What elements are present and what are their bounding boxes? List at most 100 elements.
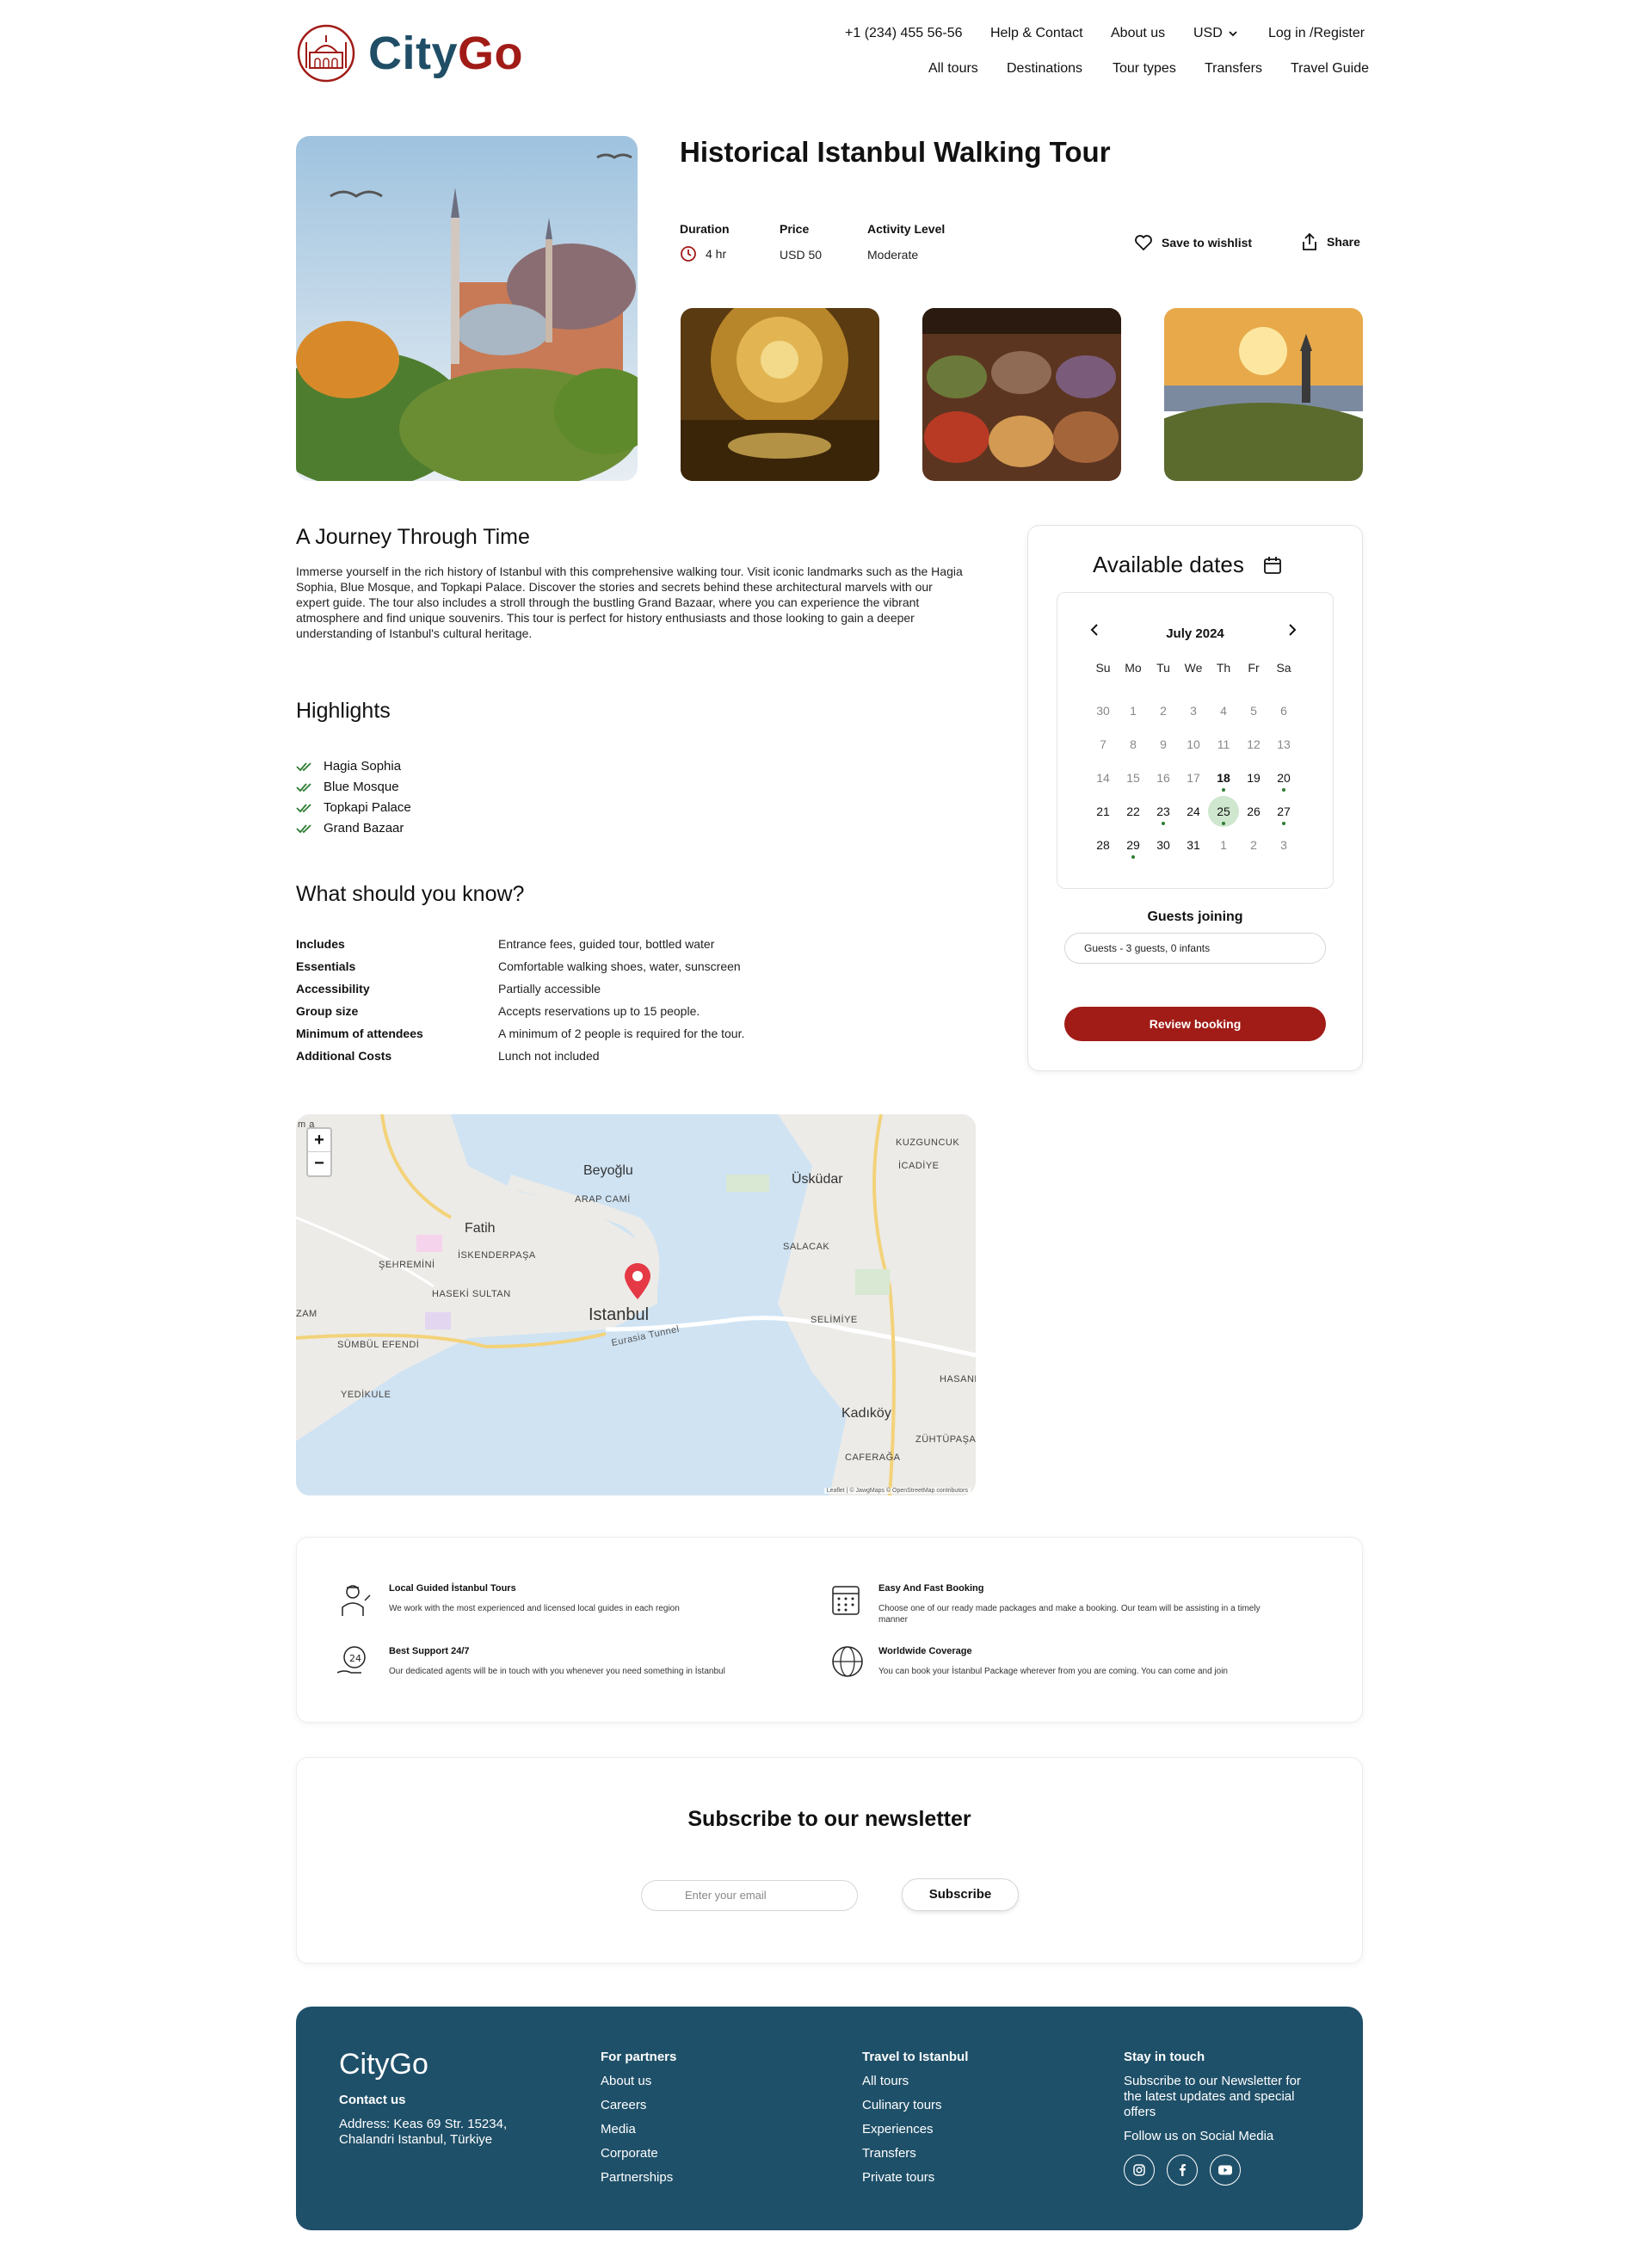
calendar-day[interactable]: 6	[1268, 695, 1299, 726]
calendar-day[interactable]: 21	[1088, 796, 1119, 827]
facebook-glyph	[1180, 2164, 1186, 2176]
currency-select[interactable]: USD	[1193, 26, 1238, 41]
calendar-day-number: 1	[1130, 704, 1137, 718]
guests-selector[interactable]: Guests - 3 guests, 0 infants	[1064, 933, 1326, 964]
calendar-day[interactable]: 3	[1268, 829, 1299, 860]
nav-transfers[interactable]: Transfers	[1205, 61, 1262, 77]
help-contact-link[interactable]: Help & Contact	[990, 26, 1083, 41]
footer-brand[interactable]: CityGo	[339, 2048, 428, 2081]
calendar-day[interactable]: 24	[1178, 796, 1209, 827]
tour-map[interactable]: Beyoğlu Üsküdar Fatih Istanbul Kadıköy A…	[296, 1114, 976, 1495]
calendar-day[interactable]: 16	[1148, 762, 1179, 793]
gallery-thumbnail[interactable]	[1164, 308, 1363, 481]
highlight-item: Hagia Sophia	[296, 759, 401, 774]
calendar-day[interactable]: 1	[1208, 829, 1239, 860]
nav-tour-types[interactable]: Tour types	[1113, 61, 1176, 77]
calendar-day[interactable]: 23	[1148, 796, 1179, 827]
next-month-button[interactable]	[1287, 623, 1298, 641]
calendar-day-number: 8	[1130, 737, 1137, 751]
calendar-day[interactable]: 8	[1118, 729, 1149, 760]
calendar-day[interactable]: 12	[1238, 729, 1269, 760]
calendar-day[interactable]: 20	[1268, 762, 1299, 793]
gallery-thumbnail[interactable]	[922, 308, 1121, 481]
nav-all-tours[interactable]: All tours	[928, 61, 978, 77]
calendar-day[interactable]: 9	[1148, 729, 1179, 760]
zoom-in-button[interactable]: +	[308, 1129, 330, 1152]
footer-link[interactable]: Corporate	[601, 2146, 658, 2161]
logo[interactable]: CityGo	[296, 22, 528, 84]
share-button[interactable]: Share	[1301, 232, 1360, 251]
tour-main-image[interactable]	[296, 136, 638, 481]
map-label: ŞEHREMİNİ	[379, 1260, 435, 1270]
calendar-day[interactable]: 13	[1268, 729, 1299, 760]
dome-interior-photo	[681, 308, 879, 481]
calendar-day[interactable]: 1	[1118, 695, 1149, 726]
calendar-day[interactable]: 15	[1118, 762, 1149, 793]
calendar-day[interactable]: 2	[1148, 695, 1179, 726]
calendar-day[interactable]: 11	[1208, 729, 1239, 760]
about-link[interactable]: About us	[1111, 26, 1165, 41]
know-label: Additional Costs	[296, 1049, 392, 1063]
footer-link[interactable]: Private tours	[862, 2170, 934, 2185]
duration-label: Duration	[680, 222, 730, 236]
calendar-day[interactable]: 28	[1088, 829, 1119, 860]
calendar-day[interactable]: 19	[1238, 762, 1269, 793]
gallery-thumbnail[interactable]	[681, 308, 879, 481]
calendar-day[interactable]: 29	[1118, 829, 1149, 860]
footer-link[interactable]: All tours	[862, 2074, 909, 2088]
double-check-icon	[296, 803, 311, 812]
calendar-day-number: 17	[1187, 771, 1200, 785]
calendar-day[interactable]: 18	[1208, 762, 1239, 793]
location-pin-icon[interactable]	[623, 1262, 652, 1300]
map-label: CAFERAĞA	[845, 1452, 901, 1463]
highlight-item: Topkapi Palace	[296, 800, 411, 815]
newsletter-email-input[interactable]: Enter your email	[641, 1880, 858, 1911]
footer-link[interactable]: About us	[601, 2074, 651, 2088]
calendar-day-number: 1	[1220, 838, 1227, 852]
calendar-day[interactable]: 14	[1088, 762, 1119, 793]
save-to-wishlist-button[interactable]: Save to wishlist	[1134, 234, 1252, 251]
zoom-out-button[interactable]: −	[308, 1152, 330, 1175]
phone-link[interactable]: +1 (234) 455 56-56	[845, 26, 963, 41]
calendar-day[interactable]: 31	[1178, 829, 1209, 860]
review-booking-button[interactable]: Review booking	[1064, 1007, 1326, 1041]
footer-link[interactable]: Partnerships	[601, 2170, 673, 2185]
newsletter-heading: Subscribe to our newsletter	[687, 1807, 971, 1831]
subscribe-button[interactable]: Subscribe	[902, 1878, 1019, 1911]
availability-dot	[1162, 822, 1165, 825]
youtube-icon[interactable]	[1210, 2155, 1241, 2186]
calendar-day[interactable]: 5	[1238, 695, 1269, 726]
calendar-day-number: 2	[1250, 838, 1257, 852]
calendar-day[interactable]: 30	[1088, 695, 1119, 726]
calendar-day[interactable]: 2	[1238, 829, 1269, 860]
feature-description: Choose one of our ready made packages an…	[878, 1604, 1261, 1625]
login-register-link[interactable]: Log in /Register	[1268, 26, 1365, 41]
instagram-icon[interactable]	[1124, 2155, 1155, 2186]
calendar-day[interactable]: 25	[1208, 796, 1239, 827]
footer-link[interactable]: Media	[601, 2122, 636, 2137]
footer-link[interactable]: Culinary tours	[862, 2098, 942, 2112]
calendar-day[interactable]: 4	[1208, 695, 1239, 726]
calendar-day[interactable]: 22	[1118, 796, 1149, 827]
footer-link[interactable]: Experiences	[862, 2122, 934, 2137]
facebook-icon[interactable]	[1167, 2155, 1198, 2186]
spice-market-photo	[922, 308, 1121, 481]
calendar-day[interactable]: 7	[1088, 729, 1119, 760]
map-label: ARAP CAMİ	[575, 1194, 631, 1205]
footer-link[interactable]: Transfers	[862, 2146, 916, 2161]
calendar-day-number: 18	[1217, 771, 1230, 785]
feature-title: Worldwide Coverage	[878, 1646, 972, 1656]
calendar-day[interactable]: 30	[1148, 829, 1179, 860]
calendar-day[interactable]: 27	[1268, 796, 1299, 827]
calendar-day[interactable]: 10	[1178, 729, 1209, 760]
highlights-heading: Highlights	[296, 699, 391, 723]
nav-travel-guide[interactable]: Travel Guide	[1291, 61, 1369, 77]
nav-destinations[interactable]: Destinations	[1007, 61, 1082, 77]
map-attribution[interactable]: Leaflet | © JawgMaps © OpenStreetMap con…	[823, 1488, 971, 1494]
calendar-day[interactable]: 3	[1178, 695, 1209, 726]
calendar-day[interactable]: 17	[1178, 762, 1209, 793]
calendar-day[interactable]: 26	[1238, 796, 1269, 827]
map-label: Fatih	[465, 1221, 496, 1236]
footer-link[interactable]: Careers	[601, 2098, 646, 2112]
guide-icon	[342, 1585, 371, 1616]
